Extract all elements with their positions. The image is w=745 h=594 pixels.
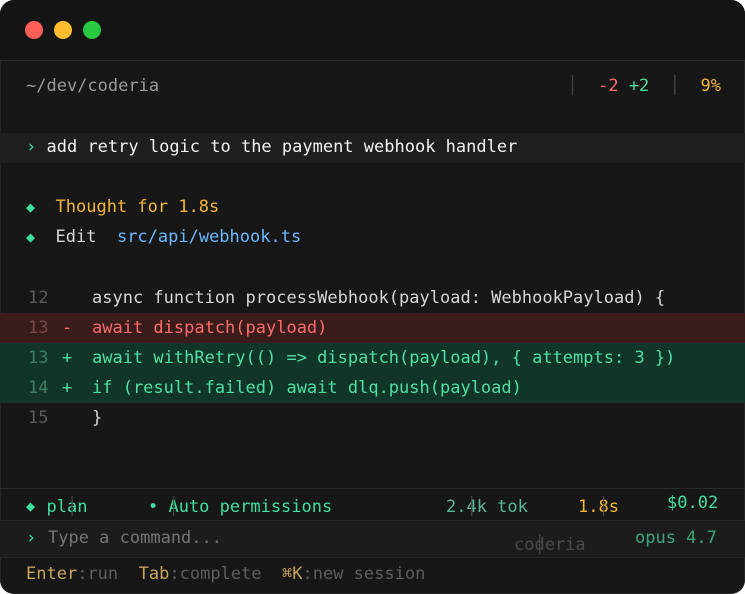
token-count: 2.4k tok │ [446,493,528,517]
prompt-chevron-icon: › [26,137,37,157]
diff-stats: │ -2 +2 │ 9% [567,76,721,96]
code-text: if (result.failed) await dlq.push(payloa… [92,378,522,398]
project-name: coderia │ [514,528,586,555]
diff-line-context: 12 async function processWebhook(payload… [0,283,745,313]
model-selector[interactable]: opus 4.7 [635,528,717,548]
additions-count: +2 [628,76,650,96]
session-cost: $0.02 [667,493,719,513]
diff-marker: - [62,318,73,338]
diamond-icon: ◆ [26,198,36,216]
title-bar [0,0,745,61]
diff-line-context: 15 } [0,403,745,433]
thought-label: Thought for 1.8s [55,197,220,217]
context-percentage: 9% [700,76,721,96]
separator: │ [598,497,609,517]
diamond-icon: ◆ [26,497,36,515]
status-bar: ◆ plan │ • Auto permissions │ 2.4k tok │… [0,489,745,519]
user-prompt: › add retry logic to the payment webhook… [26,137,517,157]
diff-line-deleted: 13 - await dispatch(payload) [0,313,745,343]
command-input[interactable] [48,528,348,548]
deletions-count: -2 [598,76,619,96]
hint-action: run [87,564,119,584]
hint-key: Tab [138,564,170,584]
separator: │ [66,497,78,517]
diff-marker: + [62,348,73,368]
diff-marker: + [62,378,73,398]
separator: │ [466,497,477,517]
diff-line-added: 14 + if (result.failed) await dlq.push(p… [0,373,745,403]
line-number: 13 [28,318,49,338]
hint-action: new session [312,564,426,584]
keyboard-hints: Enter:run Tab:complete ⌘K:new session [26,564,426,584]
line-number: 14 [28,378,49,398]
prompt-text: add retry logic to the payment webhook h… [46,137,518,157]
separator: │ [567,76,578,96]
terminal-window: ~/dev/coderia │ -2 +2 │ 9% › add retry l… [0,0,745,594]
project-label: coderia [514,535,586,555]
line-number: 13 [28,348,49,368]
hint-key: ⌘K [281,564,303,584]
separator: │ [534,535,545,555]
minimize-button[interactable] [54,21,72,39]
code-text: await dispatch(payload) [92,318,328,338]
line-number: 15 [28,408,49,428]
zoom-button[interactable] [83,21,101,39]
token-count-label: 2.4k tok [446,497,528,517]
line-number: 12 [28,288,49,308]
permissions-toggle[interactable]: • Auto permissions │ [148,493,332,517]
command-chevron-icon: › [26,528,37,548]
hint-action: complete [179,564,262,584]
separator: │ [669,76,681,96]
code-text: await withRetry(() => dispatch(payload),… [92,348,676,368]
diff-marker [62,408,72,428]
diff-marker [62,288,72,308]
thought-event[interactable]: ◆ Thought for 1.8s [26,197,219,217]
separator: │ [168,497,179,517]
hint-key: Enter [26,564,78,584]
command-bar: › coderia │ opus 4.7 [0,520,745,558]
elapsed-time: 1.8s │ [578,493,619,517]
diamond-icon: ◆ [26,228,36,246]
edited-file-link[interactable]: src/api/webhook.ts [117,227,301,247]
close-button[interactable] [25,21,43,39]
edit-event: ◆ Edit src/api/webhook.ts [26,227,301,247]
mode-indicator[interactable]: ◆ plan │ [26,493,87,517]
code-text: } [92,408,103,428]
code-text: async function processWebhook(payload: W… [92,288,666,308]
edit-label: Edit [55,227,97,247]
diff-line-added: 13 + await withRetry(() => dispatch(payl… [0,343,745,373]
